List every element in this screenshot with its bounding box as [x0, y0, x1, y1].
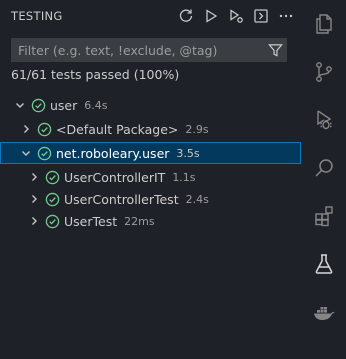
- explorer-icon[interactable]: [301, 0, 346, 48]
- filter-input[interactable]: [12, 39, 264, 61]
- tree-item-duration: 6.4s: [84, 98, 108, 112]
- tree-item-usercontrollerit[interactable]: UserControllerIT 1.1s: [0, 166, 301, 188]
- panel-title: TESTING: [11, 9, 63, 23]
- panel-header: TESTING: [11, 0, 295, 32]
- debug-all-icon[interactable]: [227, 7, 245, 25]
- chevron-right-icon[interactable]: [26, 191, 42, 207]
- testing-icon[interactable]: [301, 240, 346, 288]
- activity-bar: [301, 0, 346, 359]
- chevron-down-icon[interactable]: [18, 145, 34, 161]
- tree-item-usercontrollertest[interactable]: UserControllerTest 2.4s: [0, 188, 301, 210]
- chevron-right-icon[interactable]: [18, 121, 34, 137]
- tree-item-label: net.roboleary.user: [56, 145, 170, 161]
- tree-item-default-package[interactable]: <Default Package> 2.9s: [0, 118, 301, 140]
- tree-item-label: UserControllerIT: [64, 169, 166, 185]
- panel-toolbar: [177, 7, 295, 25]
- tree-item-duration: 2.9s: [185, 122, 209, 136]
- passed-icon: [30, 97, 46, 113]
- source-control-icon[interactable]: [301, 48, 346, 96]
- tree-item-duration: 1.1s: [172, 170, 196, 184]
- filter-box: [11, 38, 287, 62]
- passed-icon: [36, 145, 52, 161]
- passed-icon: [44, 213, 60, 229]
- tree-item-label: UserTest: [64, 213, 118, 229]
- docker-icon[interactable]: [301, 288, 346, 336]
- filter-icon[interactable]: [264, 39, 286, 61]
- tree-item-duration: 2.4s: [185, 192, 209, 206]
- tree-item-label: <Default Package>: [56, 121, 179, 137]
- tree-item-label: user: [50, 97, 78, 113]
- passed-icon: [44, 191, 60, 207]
- tree-item-net-roboleary-user[interactable]: net.roboleary.user 3.5s: [0, 142, 301, 164]
- chevron-right-icon[interactable]: [26, 169, 42, 185]
- test-summary: 61/61 tests passed (100%): [11, 67, 180, 82]
- refresh-icon[interactable]: [177, 7, 195, 25]
- tree-item-duration: 22ms: [124, 214, 155, 228]
- chevron-right-icon[interactable]: [26, 213, 42, 229]
- extensions-icon[interactable]: [301, 192, 346, 240]
- search-icon[interactable]: [301, 144, 346, 192]
- passed-icon: [44, 169, 60, 185]
- go-to-test-icon[interactable]: [252, 7, 270, 25]
- run-all-icon[interactable]: [202, 7, 220, 25]
- run-debug-icon[interactable]: [301, 96, 346, 144]
- tree-item-duration: 3.5s: [176, 146, 200, 160]
- chevron-down-icon[interactable]: [12, 97, 28, 113]
- tree-item-user[interactable]: user 6.4s: [0, 94, 301, 116]
- test-tree: user 6.4s <Default Package> 2.9s net.rob…: [0, 94, 301, 232]
- more-icon[interactable]: [277, 7, 295, 25]
- testing-panel: TESTING 61/61 tests passed (100%): [0, 0, 301, 359]
- passed-icon: [36, 121, 52, 137]
- tree-item-label: UserControllerTest: [64, 191, 179, 207]
- tree-item-usertest[interactable]: UserTest 22ms: [0, 210, 301, 232]
